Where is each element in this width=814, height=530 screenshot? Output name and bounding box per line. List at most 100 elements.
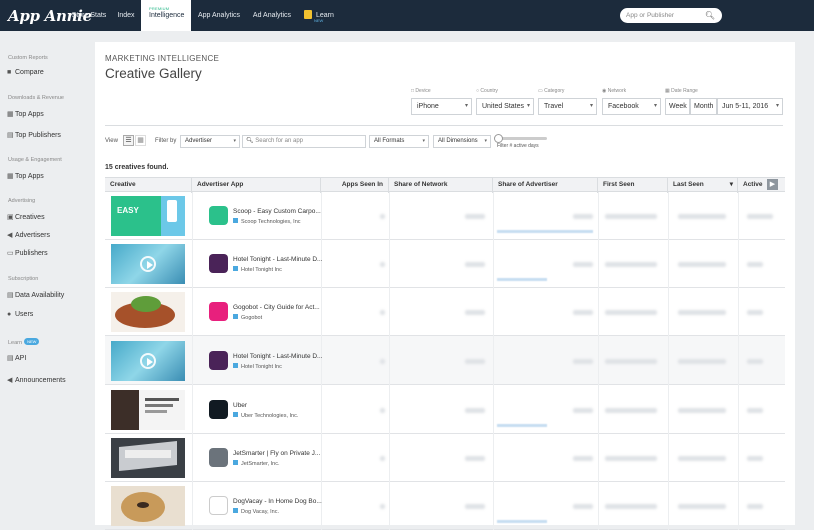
column-divider [668,288,669,336]
dimensions-select[interactable]: All Dimensions ▾ [433,135,491,148]
sidebar-item-announcements[interactable]: ◀ Announcements [7,376,66,384]
table-row[interactable]: Uber Uber Technologies, Inc. [105,385,785,434]
sidebar-item-creatives[interactable]: ▣Creatives [7,213,45,221]
app-name-link[interactable]: Gogobot - City Guide for Act... [233,304,320,311]
sidebar-item-api[interactable]: ▤API [7,354,26,362]
creative-text: EASY [117,206,139,215]
sidebar-item-top-apps-downloads[interactable]: ▦Top Apps [7,110,44,118]
creative-thumbnail[interactable] [111,244,185,284]
col-first-seen[interactable]: First Seen [598,178,668,193]
column-divider [493,385,494,434]
caret-down-icon: ▾ [484,138,487,144]
filter-by-select[interactable]: Advertiser ▾ [180,135,240,148]
app-company-name: JetSmarter, Inc. [241,461,280,467]
filter-by-value: Advertiser [185,138,213,144]
sidebar-item-data-availability[interactable]: ▤Data Availability [7,291,64,299]
search-icon[interactable]: 🔍︎ [705,8,715,23]
main-content: MARKETING INTELLIGENCE Creative Gallery … [95,42,795,530]
app-company: Gogobot [233,314,262,321]
creative-thumbnail[interactable] [111,390,185,430]
app-name-link[interactable]: Uber [233,402,247,409]
obscured-value [747,262,763,267]
col-last-seen[interactable]: Last Seen ▾ [668,178,738,193]
formats-select[interactable]: All Formats ▾ [369,135,429,148]
app-name-link[interactable]: JetSmarter | Fly on Private J... [233,450,320,457]
obscured-value [747,504,763,509]
grid-view-icon[interactable]: ▦ [135,135,146,146]
sidebar-item-top-publishers[interactable]: ▤Top Publishers [7,131,61,139]
col-apps-seen-in[interactable]: Apps Seen In [321,178,389,193]
breadcrumb: MARKETING INTELLIGENCE [105,54,220,63]
sidebar-item-advertisers[interactable]: ◀ Advertisers [7,231,50,239]
column-divider [321,434,322,482]
date-range-select[interactable]: Jun 5-11, 2016 ▾ [717,98,783,115]
sidebar-item-publishers[interactable]: ▭Publishers [7,249,48,257]
nav-ad-analytics[interactable]: Ad Analytics [248,0,296,31]
obscured-value [678,262,726,267]
nav-learn-label: Learn [316,12,334,19]
sidebar-item-label: Top Apps [15,111,44,118]
nav-index[interactable]: Index [113,0,139,31]
col-share-of-advertiser[interactable]: Share of Advertiser [493,178,598,193]
obscured-value [747,310,763,315]
creative-thumbnail[interactable] [111,438,185,478]
week-button[interactable]: Week [665,98,690,115]
obscured-value [678,310,726,315]
obscured-value [678,214,726,219]
table-row[interactable]: DogVacay - In Home Dog Bo... Dog Vacay, I… [105,482,785,530]
app-company-name: Scoop Technologies, Inc [241,219,301,225]
obscured-value [465,504,485,509]
share-bar [497,278,547,281]
nav-app-analytics[interactable]: App Analytics [193,0,245,31]
table-row[interactable]: JetSmarter | Fly on Private J... JetSmart… [105,434,785,482]
play-icon[interactable] [140,353,156,369]
table-row[interactable]: Gogobot - City Guide for Act... Gogobot [105,288,785,336]
col-share-of-network[interactable]: Share of Network [389,178,493,193]
search-icon: 🔍︎ [246,138,254,144]
table-row[interactable]: Hotel Tonight - Last-Minute D... Hotel To… [105,336,785,385]
creative-thumbnail[interactable]: EASY [111,196,185,236]
app-filter-input[interactable]: 🔍︎ Search for an app [242,135,366,148]
obscured-value [747,214,773,219]
play-icon[interactable] [140,256,156,272]
device-select[interactable]: iPhone ▾ [411,98,472,115]
column-divider [389,288,390,336]
network-select[interactable]: Facebook ▾ [602,98,661,115]
divider [105,125,783,126]
sidebar-item-top-apps-usage[interactable]: ▦Top Apps [7,172,44,180]
table-row[interactable]: EASY Scoop - Easy Custom Carpo... Scoop Te… [105,192,785,240]
category-select[interactable]: Travel ▾ [538,98,597,115]
obscured-value [380,504,385,509]
megaphone-icon: ◀ [7,377,13,384]
list-view-icon[interactable]: ☰ [123,135,134,146]
month-button[interactable]: Month [690,98,717,115]
app-name-link[interactable]: Scoop - Easy Custom Carpo... [233,208,321,215]
column-divider [598,240,599,288]
active-days-slider[interactable] [497,137,547,140]
sidebar-heading-label: Learn [8,340,23,346]
sidebar-item-compare[interactable]: ■ Compare [7,69,44,76]
app-search-input[interactable]: App or Publisher 🔍︎ [620,8,722,23]
creative-thumbnail[interactable] [111,486,185,526]
obscured-value [605,214,657,219]
column-divider [389,192,390,240]
column-divider [321,336,322,385]
table-row[interactable]: Hotel Tonight - Last-Minute D... Hotel To… [105,240,785,288]
app-name-link[interactable]: Hotel Tonight - Last-Minute D... [233,256,322,263]
sidebar-item-users[interactable]: ● Users [7,311,33,318]
nav-store-stats[interactable]: Store Stats [67,0,111,31]
sidebar-heading-custom-reports: Custom Reports [8,55,48,61]
slider-handle[interactable] [494,134,503,143]
app-name-link[interactable]: DogVacay - In Home Dog Bo... [233,498,322,505]
column-divider [738,336,739,385]
scroll-right-icon[interactable]: ▶ [767,179,778,190]
country-select[interactable]: United States ▾ [476,98,534,115]
col-creative[interactable]: Creative [105,178,192,193]
creative-thumbnail[interactable] [111,292,185,332]
nav-learn[interactable]: NEW Learn [300,0,340,31]
date-range-filter-label: ▦ Date Range [665,88,698,94]
col-advertiser-app[interactable]: Advertiser App [192,178,321,193]
creative-thumbnail[interactable] [111,341,185,381]
app-name-link[interactable]: Hotel Tonight - Last-Minute D... [233,353,322,360]
nav-intelligence[interactable]: PREMIUM Intelligence [141,0,191,31]
